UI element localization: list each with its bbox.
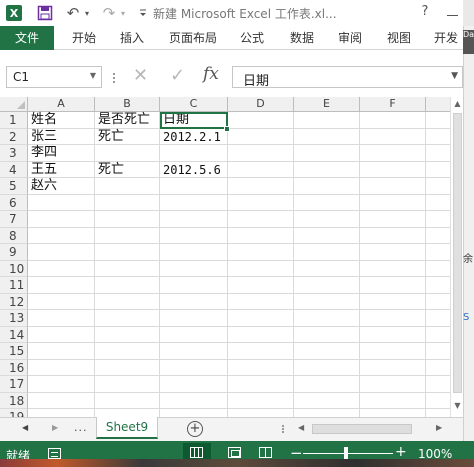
tab-data[interactable]: 数据	[288, 26, 316, 50]
formula-bar-grip-icon[interactable]	[113, 71, 117, 85]
undo-dropdown-icon[interactable]: ▾	[82, 4, 92, 22]
zoom-slider-track[interactable]	[303, 453, 393, 454]
undo-icon[interactable]: ↶	[64, 4, 82, 22]
row-header-5[interactable]: 5	[0, 178, 28, 195]
row-header-2[interactable]: 2	[0, 128, 28, 145]
formula-input-value: 日期	[243, 74, 270, 89]
cell-c2[interactable]: 2012.2.1	[160, 129, 221, 145]
row-header-19[interactable]: 19	[0, 409, 28, 417]
cell-a3[interactable]: 李四	[28, 145, 57, 161]
vertical-scroll-thumb[interactable]	[453, 113, 462, 393]
insert-function-icon[interactable]: fx	[203, 64, 219, 84]
side-panel-link[interactable]: S	[463, 312, 469, 323]
cell-b4[interactable]: 死亡	[95, 162, 124, 178]
side-panel-edge	[463, 26, 474, 446]
tab-view[interactable]: 视图	[385, 26, 413, 50]
customize-toolbar-icon[interactable]	[134, 4, 152, 22]
row-header-10[interactable]: 10	[0, 260, 28, 277]
next-sheet-icon[interactable]: ▶	[52, 423, 58, 432]
row-header-9[interactable]: 9	[0, 244, 28, 261]
window-edge	[463, 0, 474, 26]
tab-home[interactable]: 开始	[70, 26, 98, 50]
column-header-c[interactable]: C	[160, 97, 228, 112]
ribbon-tab-bar: 文件 开始 插入 页面布局 公式 数据 审阅 视图 开发	[0, 26, 474, 50]
worksheet-grid[interactable]: ABCDEF 1 2 3 4 5 6 7 8 9 10 11 12 13 14 15 16 17 18 19 姓名是…	[0, 97, 450, 417]
row-header-4[interactable]: 4	[0, 161, 28, 178]
sheet-tab-sheet9[interactable]: Sheet9	[96, 417, 158, 439]
scroll-up-icon[interactable]: ▲	[451, 97, 464, 111]
cancel-icon[interactable]: ✕	[133, 65, 148, 86]
column-header-b[interactable]: B	[95, 97, 160, 112]
taskbar-strip	[0, 459, 474, 467]
cell-c4[interactable]: 2012.5.6	[160, 162, 221, 178]
tab-formulas[interactable]: 公式	[238, 26, 266, 50]
row-header-13[interactable]: 13	[0, 310, 28, 327]
enter-icon[interactable]: ✓	[170, 65, 185, 86]
name-box-dropdown-icon[interactable]: ▼	[90, 71, 96, 80]
row-header-15[interactable]: 15	[0, 343, 28, 360]
formula-input[interactable]: 日期 ▼	[232, 66, 463, 89]
more-sheets-button[interactable]: ...	[74, 421, 88, 434]
row-header-3[interactable]: 3	[0, 145, 28, 162]
select-all-button[interactable]	[0, 97, 28, 112]
side-panel-label: Da	[463, 30, 474, 54]
previous-sheet-icon[interactable]: ◀	[22, 423, 28, 432]
sheet-tab-bar: ◀ ▶ ... Sheet9 + ◀ ▶	[0, 417, 463, 441]
redo-icon[interactable]: ↷	[100, 4, 118, 22]
title-bar: X ↶ ▾ ↷ ▾ 新建 Microsoft Excel 工作表.xl... ?	[0, 0, 474, 26]
column-header-f[interactable]: F	[360, 97, 426, 112]
row-header-16[interactable]: 16	[0, 359, 28, 376]
cell-a2[interactable]: 张三	[28, 129, 57, 145]
normal-view-icon	[190, 447, 203, 458]
zoom-in-button[interactable]: +	[395, 444, 407, 460]
save-icon[interactable]	[36, 4, 54, 22]
help-button[interactable]: ?	[416, 4, 434, 22]
row-header-11[interactable]: 11	[0, 277, 28, 294]
row-header-18[interactable]: 18	[0, 392, 28, 409]
scroll-down-icon[interactable]: ▼	[451, 399, 464, 413]
side-panel-text: 余	[463, 254, 473, 265]
row-header-12[interactable]: 12	[0, 293, 28, 310]
excel-app-icon[interactable]: X	[6, 5, 22, 21]
cell-b1[interactable]: 是否死亡	[95, 112, 150, 128]
column-header-e[interactable]: E	[294, 97, 360, 112]
fill-handle[interactable]	[224, 126, 230, 132]
macro-record-icon[interactable]	[48, 448, 61, 459]
expand-formula-bar-icon[interactable]: ▼	[451, 71, 458, 81]
redo-dropdown-icon[interactable]: ▾	[118, 4, 128, 22]
formula-bar-area: C1 ▼ ✕ ✓ fx 日期 ▼	[0, 51, 463, 95]
vertical-scrollbar[interactable]: ▲ ▼	[450, 97, 463, 417]
minimize-button[interactable]	[442, 4, 464, 22]
tab-developer[interactable]: 开发	[434, 26, 464, 50]
cell-b2[interactable]: 死亡	[95, 129, 124, 145]
column-header-partial[interactable]	[426, 97, 450, 112]
scroll-left-icon[interactable]: ◀	[298, 423, 304, 432]
tab-review[interactable]: 审阅	[336, 26, 364, 50]
add-sheet-icon[interactable]: +	[187, 421, 203, 437]
cell-c1[interactable]: 日期	[160, 112, 189, 128]
page-layout-view-icon[interactable]	[228, 447, 241, 458]
tab-split-grip-icon[interactable]	[282, 424, 285, 436]
row-header-7[interactable]: 7	[0, 211, 28, 228]
page-break-view-icon[interactable]	[259, 447, 272, 458]
row-header-17[interactable]: 17	[0, 376, 28, 393]
horizontal-scroll-thumb[interactable]	[312, 424, 412, 434]
name-box-value: C1	[13, 70, 30, 84]
column-header-a[interactable]: A	[28, 97, 95, 112]
name-box[interactable]: C1 ▼	[6, 66, 102, 88]
column-header-d[interactable]: D	[228, 97, 294, 112]
tab-page-layout[interactable]: 页面布局	[168, 26, 218, 50]
document-title: 新建 Microsoft Excel 工作表.xl...	[153, 7, 337, 21]
row-header-1[interactable]: 1	[0, 112, 28, 129]
row-header-6[interactable]: 6	[0, 194, 28, 211]
tab-file[interactable]: 文件	[0, 26, 54, 50]
cell-a4[interactable]: 王五	[28, 162, 57, 178]
cell-a5[interactable]: 赵六	[28, 178, 57, 194]
cell-a1[interactable]: 姓名	[28, 112, 57, 128]
row-header-8[interactable]: 8	[0, 227, 28, 244]
row-header-14[interactable]: 14	[0, 326, 28, 343]
scroll-right-icon[interactable]: ▶	[436, 423, 442, 432]
tab-insert[interactable]: 插入	[118, 26, 146, 50]
